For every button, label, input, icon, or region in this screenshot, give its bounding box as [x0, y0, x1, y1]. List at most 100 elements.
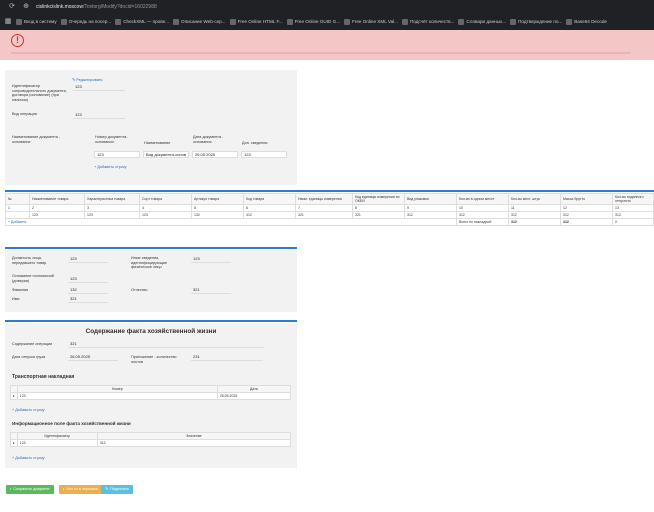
- goods-cell[interactable]: 312: [243, 211, 296, 219]
- appendix-label: Приложение - количество листов: [131, 355, 177, 364]
- pos-field[interactable]: 123: [68, 256, 108, 263]
- bookmark[interactable]: Base64 Decode: [566, 18, 607, 25]
- error-alert: !: [0, 30, 654, 60]
- goods-cell[interactable]: [5, 211, 30, 219]
- info-header-row: Идентификатор Значение: [10, 432, 292, 440]
- add-info-link[interactable]: + Добавить строку: [12, 456, 45, 460]
- transport-title: Транспортная накладная: [12, 374, 75, 380]
- doc-date-input[interactable]: 26.05.2025: [192, 151, 238, 158]
- op-type-field[interactable]: 123: [73, 112, 125, 119]
- col-header: №: [5, 193, 30, 205]
- goods-cell[interactable]: 321: [352, 211, 405, 219]
- id-field[interactable]: 123: [73, 84, 125, 91]
- goods-cell[interactable]: 312: [560, 211, 613, 219]
- bookmark-label: Base64 Decode: [574, 19, 607, 24]
- last-field[interactable]: 132: [68, 287, 108, 294]
- appendix-field[interactable]: 231: [191, 354, 263, 361]
- info-row[interactable]: ▸ 123 312: [10, 439, 292, 447]
- col-number: 1: [5, 204, 30, 212]
- goods-cell[interactable]: 123: [29, 211, 85, 219]
- first-field[interactable]: 321: [68, 296, 108, 303]
- goods-cell[interactable]: 312: [612, 211, 654, 219]
- goods-cell[interactable]: 321: [295, 211, 353, 219]
- date-label: Дата отпуска груза: [12, 355, 46, 359]
- bookmark[interactable]: Free Online XML Val...: [344, 18, 398, 25]
- save-icon: ▪: [10, 487, 12, 491]
- url-host: cislinkcislink.moscow: [36, 4, 83, 10]
- info-val-cell[interactable]: 312: [96, 439, 292, 447]
- bookmark[interactable]: Описание Web-сер...: [173, 18, 226, 25]
- sign-label: Подписать: [110, 487, 129, 491]
- goods-total-row: + Добавить Всего по накладной 312 312 0: [5, 218, 654, 226]
- auth-field[interactable]: 123: [68, 276, 108, 283]
- address-bar[interactable]: ⟳ ⊕ cislinkcislink.moscow/Tovtorg/Modify…: [0, 0, 654, 14]
- bookmark-icon: [16, 18, 22, 25]
- bookmark[interactable]: Очередь на посер...: [60, 18, 111, 25]
- doc-extra-input[interactable]: 123: [241, 151, 287, 158]
- col-header: Код товара: [243, 193, 296, 205]
- goods-cell[interactable]: 312: [404, 211, 457, 219]
- section-divider: [5, 247, 297, 249]
- url-text[interactable]: cislinkcislink.moscow/Tovtorg/Modify?doc…: [36, 4, 157, 10]
- sign-button[interactable]: ✎ Подписать: [101, 485, 133, 494]
- transport-date-cell[interactable]: 26.05.2025: [216, 392, 292, 400]
- patr-field[interactable]: 321: [191, 287, 231, 294]
- save-button[interactable]: ▪ Сохранить документ: [6, 485, 54, 494]
- goods-cell[interactable]: 312: [456, 211, 509, 219]
- site-info-icon[interactable]: ⊕: [22, 3, 30, 11]
- edit-link[interactable]: ✎ Редактировать: [72, 77, 102, 82]
- add-info-label: Добавить строку: [15, 456, 45, 460]
- last-label: Фамилия: [12, 288, 29, 292]
- bookmark[interactable]: Словари данных...: [458, 18, 506, 25]
- other-field[interactable]: 123: [191, 256, 231, 263]
- bookmark[interactable]: Вход в систему: [16, 18, 57, 25]
- goods-cell[interactable]: 132: [191, 211, 244, 219]
- fact-title: Содержание факта хозяйственной жизни: [85, 328, 217, 335]
- bookmark-label: Free Online GUID G...: [294, 19, 341, 24]
- goods-cell[interactable]: 123: [139, 211, 192, 219]
- doc-name-header: Наименование: [144, 141, 171, 145]
- col-header: Кол-во мест, штук: [508, 193, 561, 205]
- total-value: 0: [612, 218, 654, 226]
- reload-icon[interactable]: ⟳: [8, 3, 16, 11]
- browser-chrome: ⟳ ⊕ cislinkcislink.moscow/Tovtorg/Modify…: [0, 0, 654, 30]
- col-header: Вид упаковки: [404, 193, 457, 205]
- bookmark-icon: [115, 18, 122, 25]
- add-row-link[interactable]: + Добавить строку: [94, 165, 127, 169]
- bookmark-icon: [510, 18, 517, 25]
- col-number: 3: [84, 204, 140, 212]
- row-marker-icon: ▸: [10, 439, 18, 447]
- col-header: Кол-во поданного отпустить: [612, 193, 654, 205]
- col-header: Артикул товара: [191, 193, 244, 205]
- bookmark-label: Подтверждение по...: [518, 19, 563, 24]
- goods-cell[interactable]: 123: [84, 211, 140, 219]
- goods-number-row: 1 2 3 4 5 6 7 8 9 10 11 12 13: [5, 204, 654, 212]
- goods-row[interactable]: 123 123 123 132 312 321 321 312 312 312 …: [5, 211, 654, 219]
- goods-table: № Наименование товара Характеристика тов…: [5, 193, 654, 226]
- transport-num-cell[interactable]: 123: [16, 392, 218, 400]
- doc-num-input[interactable]: 123: [94, 151, 140, 158]
- col-header: Наименование товара: [29, 193, 85, 205]
- col-header: Дата: [216, 385, 292, 393]
- bookmark-icon: [566, 18, 573, 25]
- bookmark[interactable]: CheckXML — прове...: [115, 18, 169, 25]
- col-number: 9: [404, 204, 457, 212]
- col-header: Код единицы измерения по ОКЕИ: [352, 193, 405, 205]
- col-header: Наим. единицы измерения: [295, 193, 353, 205]
- bookmark[interactable]: Подтверждение по...: [510, 18, 563, 25]
- draft-button[interactable]: ▪ Что-то в черновик: [59, 485, 103, 494]
- add-goods-link[interactable]: + Добавить: [5, 218, 457, 226]
- transport-row[interactable]: ▸ 123 26.05.2025: [10, 392, 292, 400]
- date-field[interactable]: 26.05.2025: [68, 354, 118, 361]
- bookmark[interactable]: Free Online GUID G...: [286, 18, 341, 25]
- draft-label: Что-то в черновик: [66, 487, 99, 491]
- info-id-cell[interactable]: 123: [16, 439, 98, 447]
- bookmark[interactable]: Подсчёт количеств...: [402, 18, 454, 25]
- apps-icon[interactable]: ▦: [4, 18, 12, 26]
- content-field[interactable]: 321: [68, 341, 264, 348]
- doc-name-input[interactable]: Вид документа-основ: [143, 151, 189, 158]
- goods-cell[interactable]: 312: [508, 211, 561, 219]
- col-number: 8: [352, 204, 405, 212]
- add-transport-link[interactable]: + Добавить строку: [12, 408, 45, 412]
- bookmark[interactable]: Free Online HTML F...: [229, 18, 283, 25]
